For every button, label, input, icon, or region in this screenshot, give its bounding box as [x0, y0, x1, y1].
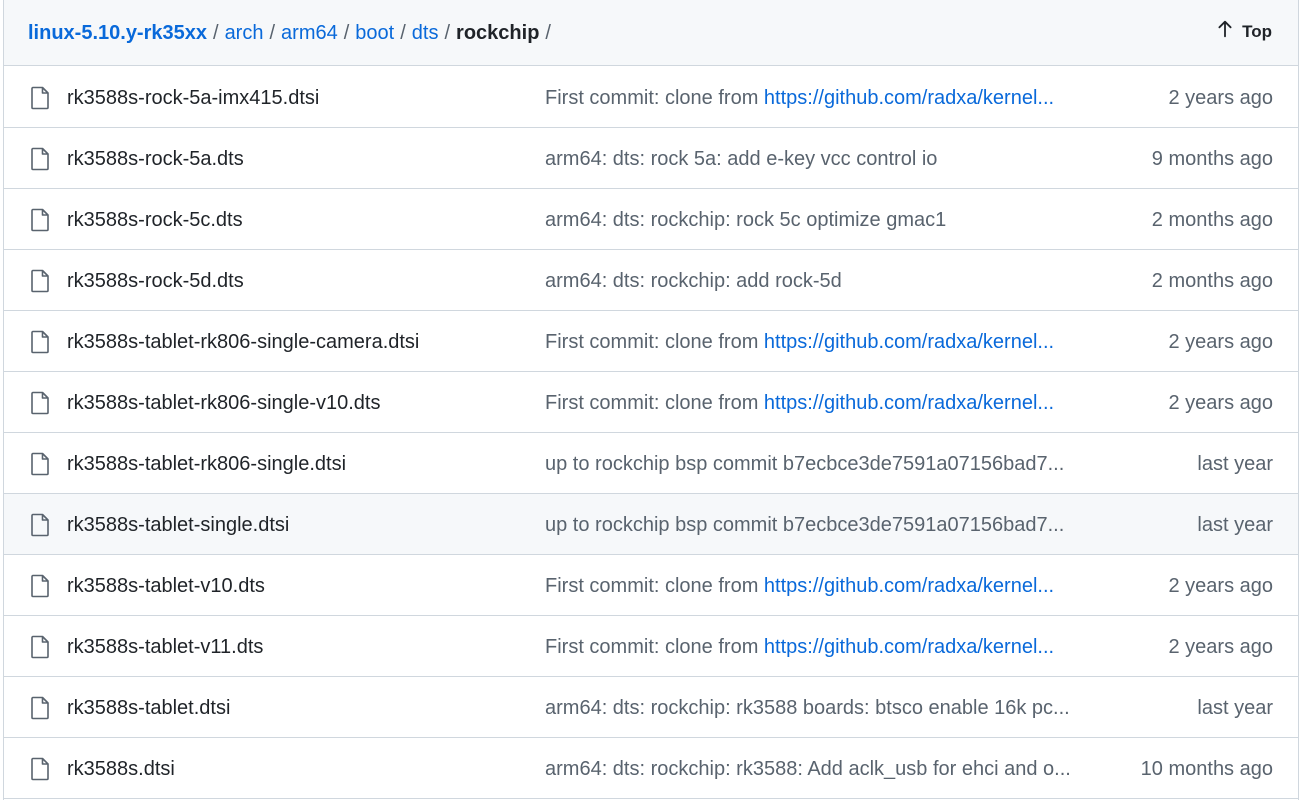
commit-age: last year — [1197, 453, 1273, 475]
file-name-link[interactable]: rk3588s-tablet-rk806-single.dtsi — [67, 450, 346, 478]
arrow-up-icon — [1216, 20, 1234, 43]
commit-message[interactable]: arm64: dts: rockchip: add rock-5d — [545, 267, 1090, 295]
file-icon — [30, 696, 50, 720]
commit-message-text[interactable]: First commit: clone from — [545, 636, 764, 658]
breadcrumb-link-arch[interactable]: arch — [225, 22, 264, 44]
breadcrumb-separator: / — [444, 22, 451, 44]
commit-message[interactable]: arm64: dts: rockchip: rk3588: Add aclk_u… — [545, 755, 1090, 783]
file-icon — [30, 574, 50, 598]
commit-age: last year — [1197, 697, 1273, 719]
file-name-link[interactable]: rk3588s-rock-5a-imx415.dtsi — [67, 84, 319, 112]
file-row[interactable]: rk3588s-tablet-rk806-single-camera.dtsi … — [4, 311, 1298, 372]
commit-message[interactable]: First commit: clone from https://github.… — [545, 389, 1090, 417]
commit-message[interactable]: First commit: clone from https://github.… — [545, 84, 1090, 112]
commit-message-link[interactable]: https://github.com/radxa/kernel... — [764, 87, 1054, 109]
file-name-link[interactable]: rk3588s-rock-5d.dts — [67, 267, 244, 295]
breadcrumb-separator: / — [213, 22, 219, 44]
commit-message[interactable]: arm64: dts: rock 5a: add e-key vcc contr… — [545, 145, 1090, 173]
file-row[interactable]: rk3588s-rock-5a-imx415.dtsi First commit… — [4, 67, 1298, 128]
file-row[interactable]: rk3588s-tablet-rk806-single.dtsi up to r… — [4, 433, 1298, 494]
file-name-link[interactable]: rk3588s-tablet-rk806-single-camera.dtsi — [67, 328, 419, 356]
file-row[interactable]: rk3588s-tablet-rk806-single-v10.dts Firs… — [4, 372, 1298, 433]
commit-message-link[interactable]: https://github.com/radxa/kernel... — [764, 636, 1054, 658]
file-name-link[interactable]: rk3588s-tablet-v10.dts — [67, 572, 265, 600]
commit-message-text[interactable]: arm64: dts: rockchip: rk3588 boards: bts… — [545, 697, 1070, 719]
commit-message-link[interactable]: https://github.com/radxa/kernel... — [764, 331, 1054, 353]
file-icon — [30, 391, 50, 415]
file-name-link[interactable]: rk3588s-tablet-v11.dts — [67, 633, 263, 661]
file-icon — [30, 330, 50, 354]
file-browser-panel: linux-5.10.y-rk35xx / arch / arm64/boot / dts /… — [3, 0, 1299, 800]
breadcrumb-link-dts[interactable]: dts — [412, 22, 439, 44]
commit-age: 2 months ago — [1151, 209, 1273, 231]
top-button-label: Top — [1242, 21, 1272, 41]
commit-age: 2 years ago — [1168, 331, 1273, 353]
commit-age: 2 years ago — [1168, 392, 1273, 414]
file-icon — [30, 452, 50, 476]
breadcrumb-separator: / — [343, 22, 350, 44]
breadcrumb-separator: / — [400, 22, 406, 44]
file-row[interactable]: rk3588s-tablet-single.dtsi up to rockchi… — [4, 494, 1298, 555]
file-name-link[interactable]: rk3588s-tablet-single.dtsi — [67, 511, 289, 539]
file-name-link[interactable]: rk3588s-tablet.dtsi — [67, 694, 230, 722]
breadcrumb-repo-link[interactable]: linux-5.10.y-rk35xx — [28, 22, 207, 44]
file-icon — [30, 86, 50, 110]
file-row[interactable]: rk3588s-rock-5a.dts arm64: dts: rock 5a:… — [4, 128, 1298, 189]
file-row[interactable]: rk3588s-tablet.dtsi arm64: dts: rockchip… — [4, 677, 1298, 738]
commit-message[interactable]: up to rockchip bsp commit b7ecbce3de7591… — [545, 511, 1090, 539]
commit-age: 2 months ago — [1151, 270, 1273, 292]
commit-age: 10 months ago — [1140, 758, 1273, 780]
commit-age: last year — [1197, 514, 1273, 536]
file-icon — [30, 635, 50, 659]
breadcrumb-current: rockchip — [456, 22, 540, 44]
file-icon — [30, 269, 50, 293]
commit-message[interactable]: First commit: clone from https://github.… — [545, 572, 1090, 600]
file-name-link[interactable]: rk3588s-rock-5a.dts — [67, 145, 244, 173]
commit-age: 9 months ago — [1151, 148, 1273, 170]
breadcrumb-link-arm64[interactable]: arm64 — [281, 22, 338, 44]
file-icon — [30, 513, 50, 537]
commit-message-text[interactable]: arm64: dts: rock 5a: add e-key vcc contr… — [545, 148, 937, 170]
commit-message-text[interactable]: arm64: dts: rockchip: rk3588: Add aclk_u… — [545, 758, 1071, 780]
commit-message-link[interactable]: https://github.com/radxa/kernel... — [764, 392, 1054, 414]
commit-message-text[interactable]: arm64: dts: rockchip: add rock-5d — [545, 270, 842, 292]
file-icon — [30, 208, 50, 232]
file-row[interactable]: rk3588s-tablet-v11.dts First commit: clo… — [4, 616, 1298, 677]
commit-message-link[interactable]: https://github.com/radxa/kernel... — [764, 575, 1054, 597]
commit-age: 2 years ago — [1168, 636, 1273, 658]
commit-message-text[interactable]: First commit: clone from — [545, 392, 764, 414]
file-row[interactable]: rk3588s-tablet-v10.dts First commit: clo… — [4, 555, 1298, 616]
commit-message-text[interactable]: First commit: clone from — [545, 331, 764, 353]
breadcrumb-separator: / — [269, 22, 276, 44]
commit-message[interactable]: up to rockchip bsp commit b7ecbce3de7591… — [545, 450, 1090, 478]
commit-message-text[interactable]: up to rockchip bsp commit b7ecbce3de7591… — [545, 514, 1064, 536]
file-row[interactable]: rk3588s.dtsi arm64: dts: rockchip: rk358… — [4, 738, 1298, 799]
commit-message-text[interactable]: First commit: clone from — [545, 87, 764, 109]
commit-message[interactable]: First commit: clone from https://github.… — [545, 328, 1090, 356]
commit-message-text[interactable]: arm64: dts: rockchip: rock 5c optimize g… — [545, 209, 946, 231]
top-button[interactable]: Top — [1216, 20, 1272, 43]
commit-message-text[interactable]: First commit: clone from — [545, 575, 764, 597]
file-list: rk3588s-rock-5a-imx415.dtsi First commit… — [4, 67, 1298, 799]
file-name-link[interactable]: rk3588s-rock-5c.dts — [67, 206, 243, 234]
commit-age: 2 years ago — [1168, 575, 1273, 597]
file-row[interactable]: rk3588s-rock-5c.dts arm64: dts: rockchip… — [4, 189, 1298, 250]
file-row[interactable]: rk3588s-rock-5d.dts arm64: dts: rockchip… — [4, 250, 1298, 311]
breadcrumb-separator: / — [545, 22, 551, 44]
commit-message[interactable]: arm64: dts: rockchip: rk3588 boards: bts… — [545, 694, 1090, 722]
commit-message-text[interactable]: up to rockchip bsp commit b7ecbce3de7591… — [545, 453, 1064, 475]
breadcrumb-link-boot[interactable]: boot — [355, 22, 394, 44]
breadcrumb: linux-5.10.y-rk35xx / arch / arm64/boot / dts /… — [28, 19, 557, 47]
file-icon — [30, 757, 50, 781]
commit-message[interactable]: First commit: clone from https://github.… — [545, 633, 1090, 661]
file-name-link[interactable]: rk3588s-tablet-rk806-single-v10.dts — [67, 389, 381, 417]
breadcrumb-header: linux-5.10.y-rk35xx / arch / arm64/boot / dts /… — [4, 0, 1298, 66]
file-name-link[interactable]: rk3588s.dtsi — [67, 755, 175, 783]
commit-age: 2 years ago — [1168, 87, 1273, 109]
file-icon — [30, 147, 50, 171]
commit-message[interactable]: arm64: dts: rockchip: rock 5c optimize g… — [545, 206, 1090, 234]
